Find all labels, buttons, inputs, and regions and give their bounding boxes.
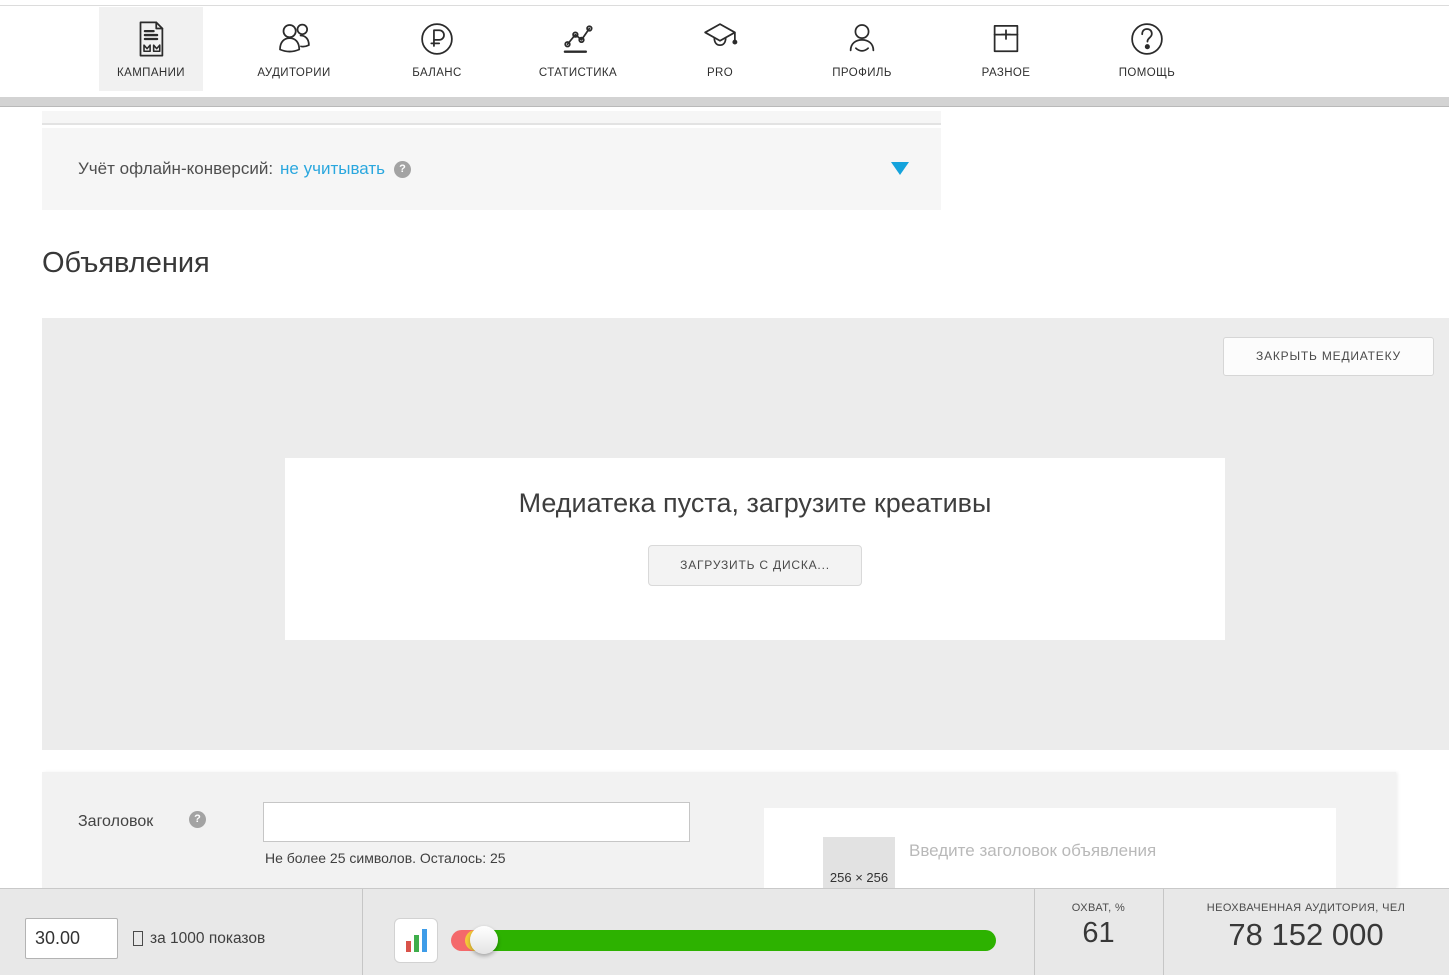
price-input[interactable] bbox=[25, 918, 118, 959]
ad-form-panel: Заголовок Не более 25 символов. Осталось… bbox=[42, 772, 1396, 888]
ruble-glyph-box-icon bbox=[133, 931, 143, 946]
statistics-icon bbox=[555, 16, 601, 62]
nav-item-profile[interactable]: ПРОФИЛЬ bbox=[804, 7, 920, 91]
bar-chart-icon bbox=[406, 941, 411, 952]
offline-conversions-label: Учёт офлайн-конверсий: bbox=[78, 159, 273, 179]
help-icon bbox=[1124, 16, 1170, 62]
main-nav: КАМПАНИИ АУДИТОРИИ БАЛАНС bbox=[0, 6, 1449, 97]
close-media-library-button[interactable]: ЗАКРЫТЬ МЕДИАТЕКУ bbox=[1223, 337, 1434, 376]
nav-item-help[interactable]: ПОМОЩЬ bbox=[1089, 7, 1205, 91]
nav-item-label: PRO bbox=[707, 67, 733, 79]
nav-item-label: СТАТИСТИКА bbox=[539, 67, 617, 79]
ad-preview-title-placeholder: Введите заголовок объявления bbox=[909, 841, 1156, 861]
nav-item-label: ПРОФИЛЬ bbox=[832, 67, 892, 79]
bar-chart-icon bbox=[414, 935, 419, 952]
campaigns-icon bbox=[128, 16, 174, 62]
nav-item-misc[interactable]: РАЗНОЕ bbox=[948, 7, 1064, 91]
nav-item-campaigns[interactable]: КАМПАНИИ bbox=[99, 7, 203, 91]
unreached-stat-column: НЕОХВАЧЕННАЯ АУДИТОРИЯ, ЧЕЛ 78 152 000 bbox=[1163, 889, 1449, 975]
media-library-panel: ЗАКРЫТЬ МЕДИАТЕКУ Медиатека пуста, загру… bbox=[42, 318, 1449, 750]
collapsed-section-strip bbox=[42, 111, 941, 125]
media-library-empty-card: Медиатека пуста, загрузите креативы ЗАГР… bbox=[285, 458, 1225, 640]
nav-item-pro[interactable]: PRO bbox=[662, 7, 778, 91]
header-scroll-band bbox=[0, 97, 1449, 107]
price-bar-divider bbox=[362, 889, 363, 975]
ad-preview-image-placeholder: 256 × 256 bbox=[823, 837, 895, 888]
offline-conversions-value-link[interactable]: не учитывать bbox=[280, 159, 385, 179]
mytarget-campaign-editor: КАМПАНИИ АУДИТОРИИ БАЛАНС bbox=[0, 0, 1449, 975]
question-badge-icon[interactable] bbox=[394, 161, 411, 178]
price-bar: за 1000 показов ОХВАТ, % 61 НЕОХВАЧЕННАЯ… bbox=[0, 888, 1449, 975]
ad-title-label: Заголовок bbox=[78, 813, 153, 831]
balance-icon bbox=[414, 16, 460, 62]
profile-icon bbox=[839, 16, 885, 62]
slider-green-segment bbox=[491, 930, 996, 951]
media-library-empty-text: Медиатека пуста, загрузите креативы bbox=[285, 488, 1225, 519]
nav-item-audiences[interactable]: АУДИТОРИИ bbox=[236, 7, 352, 91]
upload-from-disk-button[interactable]: ЗАГРУЗИТЬ С ДИСКА... bbox=[648, 545, 862, 586]
misc-icon bbox=[983, 16, 1029, 62]
unreached-audience-value: 78 152 000 bbox=[1163, 917, 1449, 953]
ad-title-hint: Не более 25 символов. Осталось: 25 bbox=[265, 850, 506, 866]
nav-item-label: АУДИТОРИИ bbox=[257, 67, 330, 79]
ad-title-input[interactable] bbox=[263, 802, 690, 842]
ad-preview-card: 256 × 256 Введите заголовок объявления bbox=[764, 808, 1336, 888]
nav-item-label: ПОМОЩЬ bbox=[1119, 67, 1175, 79]
price-slider[interactable] bbox=[451, 930, 996, 951]
ads-section-title: Объявления bbox=[42, 247, 210, 280]
offline-conversions-panel: Учёт офлайн-конверсий: не учитывать bbox=[42, 128, 941, 210]
reach-chart-button[interactable] bbox=[394, 918, 438, 963]
unreached-audience-label: НЕОХВАЧЕННАЯ АУДИТОРИЯ, ЧЕЛ bbox=[1163, 902, 1449, 914]
bar-chart-icon bbox=[422, 929, 427, 952]
nav-item-label: БАЛАНС bbox=[412, 67, 461, 79]
reach-label: ОХВАТ, % bbox=[1034, 902, 1163, 914]
chevron-down-icon[interactable] bbox=[891, 162, 909, 175]
nav-item-statistics[interactable]: СТАТИСТИКА bbox=[520, 7, 636, 91]
ad-preview-size-label: 256 × 256 bbox=[823, 870, 895, 885]
reach-stat-column: ОХВАТ, % 61 bbox=[1034, 889, 1163, 975]
pro-icon bbox=[697, 16, 743, 62]
nav-item-label: РАЗНОЕ bbox=[982, 67, 1031, 79]
audiences-icon bbox=[271, 16, 317, 62]
price-unit-label: за 1000 показов bbox=[150, 930, 265, 948]
slider-handle[interactable] bbox=[470, 926, 498, 954]
nav-item-balance[interactable]: БАЛАНС bbox=[379, 7, 495, 91]
question-badge-icon[interactable] bbox=[189, 811, 206, 828]
nav-item-label: КАМПАНИИ bbox=[117, 67, 185, 79]
reach-value: 61 bbox=[1034, 917, 1163, 950]
